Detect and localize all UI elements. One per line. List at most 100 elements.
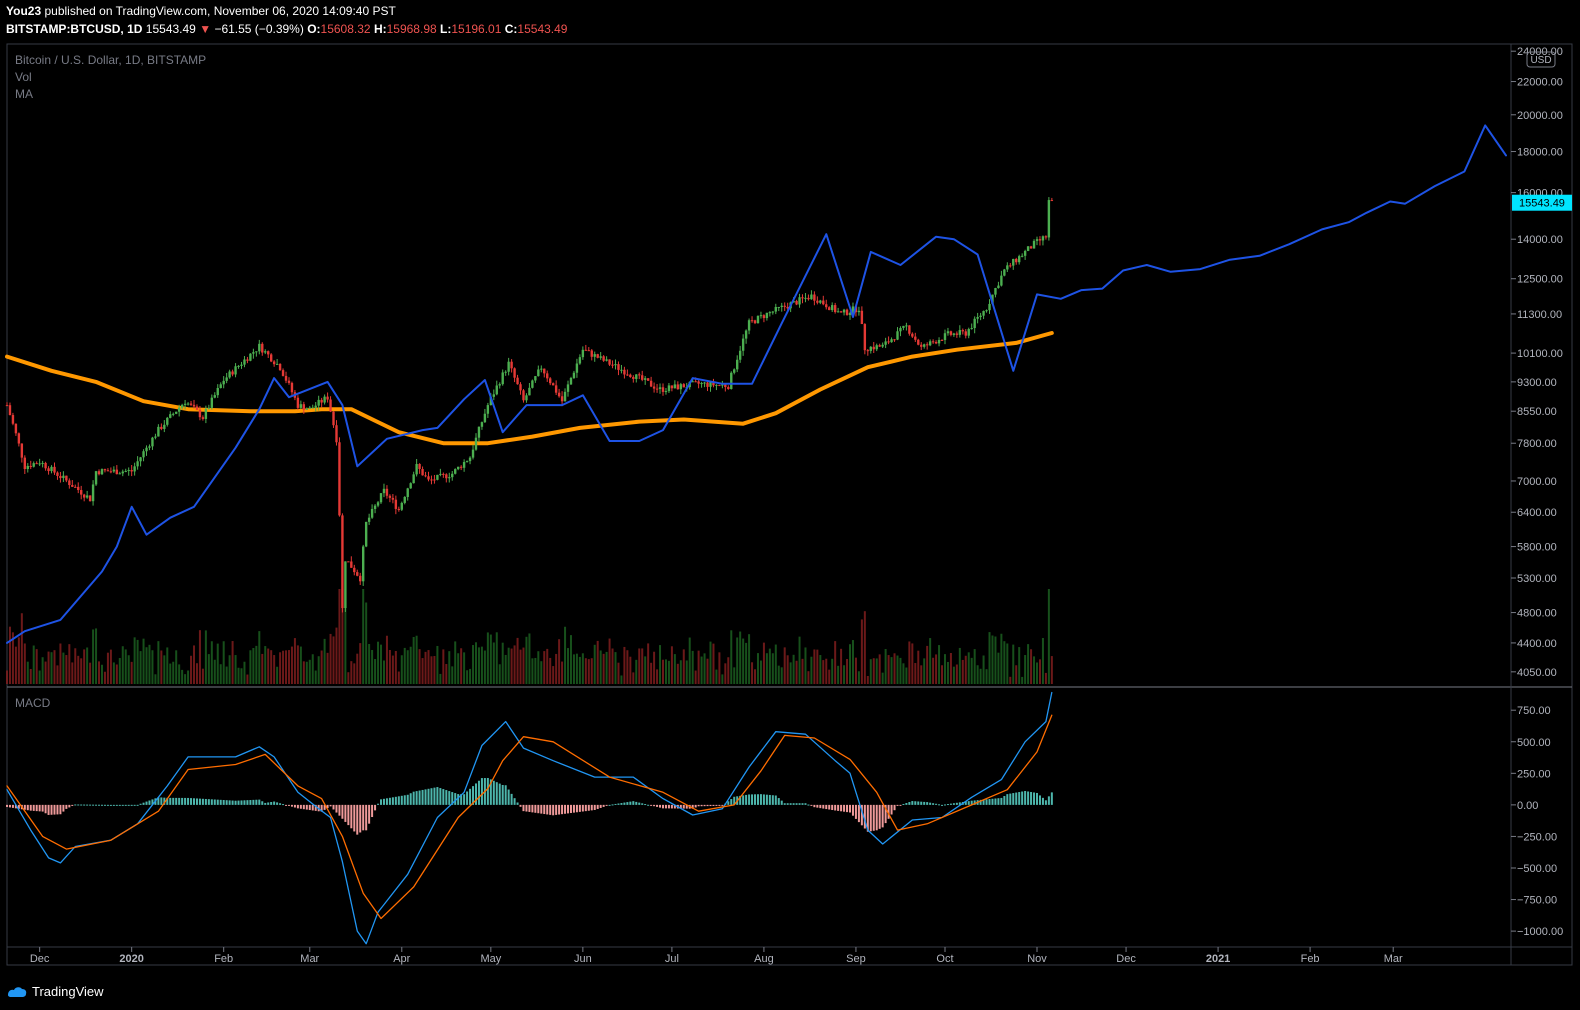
macd-histogram-bar (6, 804, 8, 807)
macd-histogram-bar (745, 794, 748, 805)
volume-bar (210, 641, 213, 684)
macd-histogram-bar (629, 801, 632, 805)
candle-body (798, 297, 801, 305)
macd-histogram-bar (581, 804, 584, 812)
volume-bar (133, 637, 136, 684)
candle-body (302, 404, 306, 410)
volume-bar (742, 638, 745, 684)
volume-bar (941, 665, 944, 684)
candle-body (275, 363, 279, 365)
time-tick-label: Nov (1027, 953, 1047, 965)
volume-bar (380, 644, 383, 684)
candle-body (608, 359, 611, 365)
volume-bar (727, 657, 730, 684)
macd-histogram-bar (377, 803, 380, 805)
candle-body (697, 381, 700, 384)
volume-bar (685, 660, 688, 684)
volume-bar (513, 645, 516, 684)
volume-bar (994, 636, 997, 684)
macd-histogram-bar (905, 803, 908, 805)
macd-histogram-bar (62, 804, 65, 812)
currency-label: USD (1530, 55, 1551, 66)
candle-body (967, 329, 970, 336)
macd-histogram-bar (80, 804, 83, 806)
macd-histogram-bar (47, 804, 50, 815)
macd-histogram-bar (213, 799, 216, 805)
candle-body (394, 499, 398, 509)
macd-histogram-bar (210, 799, 213, 805)
macd-histogram-bar (923, 801, 926, 805)
macd-histogram-bar (641, 803, 644, 805)
volume-bar (359, 643, 362, 684)
chart-canvas[interactable]: 24000.0022000.0020000.0018000.0016000.00… (0, 0, 1580, 1010)
macd-histogram-bar (1024, 790, 1027, 805)
volume-bar (190, 655, 193, 684)
macd-histogram-bar (567, 804, 570, 814)
volume-bar (38, 670, 41, 684)
volume-bar (252, 648, 255, 684)
candle-body (35, 463, 38, 465)
volume-bar (433, 656, 436, 684)
volume-bar (35, 649, 38, 684)
candle-body (928, 341, 932, 346)
macd-histogram-bar (344, 804, 347, 822)
volume-bar (59, 643, 62, 684)
volume-bar (1015, 665, 1018, 684)
price-tick-label: 5800.00 (1517, 542, 1557, 554)
macd-histogram-bar (362, 804, 365, 831)
volume-bar (537, 651, 540, 684)
volume-bar (938, 645, 941, 684)
macd-histogram-bar (507, 789, 510, 805)
volume-bar (391, 655, 394, 684)
candle-body (112, 469, 116, 472)
candle-body (332, 411, 335, 426)
candle-body (510, 361, 513, 369)
price-axis[interactable]: 24000.0022000.0020000.0018000.0016000.00… (1511, 46, 1563, 679)
macd-histogram-bar (988, 799, 991, 805)
price-tick-label: 20000.00 (1517, 110, 1563, 122)
candle-body (587, 350, 590, 352)
candle-body (418, 463, 421, 470)
volume-bar (795, 660, 798, 684)
macd-axis[interactable]: 750.00 500.00 250.00 0.00 −250.00 −500.00 −750… (1511, 705, 1563, 938)
macd-histogram-bar (56, 804, 59, 815)
macd-histogram-bar (341, 804, 344, 819)
macd-histogram-bar (418, 790, 421, 805)
macd-histogram-bar (427, 788, 430, 805)
macd-histogram-bar (754, 794, 757, 805)
time-axis[interactable]: Dec 2020 Feb Mar Apr May Jun Jul Aug Sep Oct Nov Dec… (30, 947, 1403, 965)
macd-histogram-bar (694, 804, 697, 808)
candle-body (825, 304, 828, 308)
macd-histogram-bar (50, 804, 53, 815)
macd-histogram-bar (198, 798, 201, 805)
candle-body (638, 374, 641, 376)
volume-bar (427, 650, 430, 684)
macd-histogram-bar (133, 804, 136, 806)
candle-body (77, 486, 80, 491)
volume-bar (326, 652, 329, 684)
macd-histogram-bar (240, 800, 243, 805)
macd-histogram-bar (409, 793, 412, 805)
volume-bar (961, 659, 964, 684)
currency-badge[interactable]: USD (1526, 51, 1556, 68)
volume-bar (599, 650, 602, 684)
candle-body (100, 469, 104, 475)
candle-body (774, 306, 777, 312)
volume-bar (638, 648, 641, 684)
volume-bar (195, 663, 198, 684)
volume-bar (20, 613, 23, 684)
macd-histogram-bar (469, 788, 472, 805)
macd-histogram-bar (584, 804, 587, 812)
candle-body (504, 371, 507, 373)
candle-body (602, 356, 605, 361)
macd-histogram-bar (670, 804, 673, 809)
macd-histogram-bar (385, 798, 388, 805)
candle-body (557, 392, 561, 397)
volume-bar (477, 647, 480, 684)
candle-body (183, 403, 187, 405)
macd-histogram-bar (572, 804, 575, 813)
candle-body (498, 384, 501, 386)
macd-histogram-bar (653, 804, 656, 807)
volume-bar (623, 646, 626, 684)
volume-bar (860, 619, 863, 684)
